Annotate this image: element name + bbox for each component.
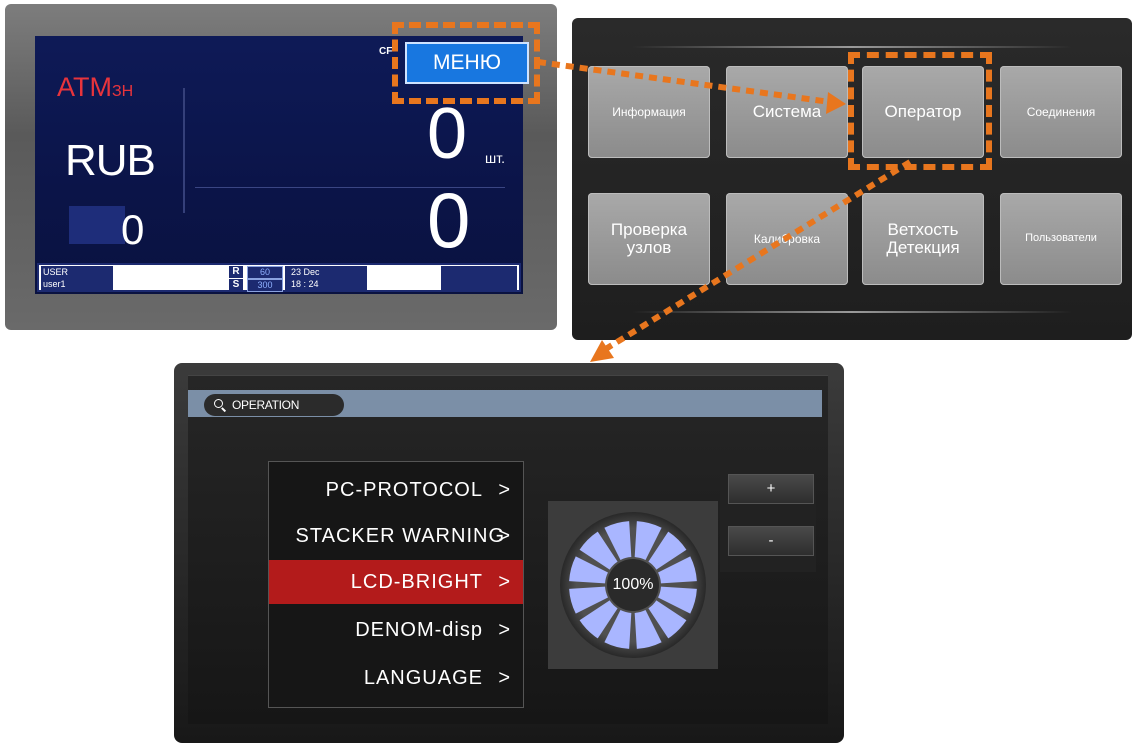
annotation-arrows [537, 59, 912, 362]
arrow-line-to-operation [602, 159, 912, 353]
arrow-head-right-icon [826, 92, 846, 114]
arrow-line-to-operator [537, 59, 831, 105]
